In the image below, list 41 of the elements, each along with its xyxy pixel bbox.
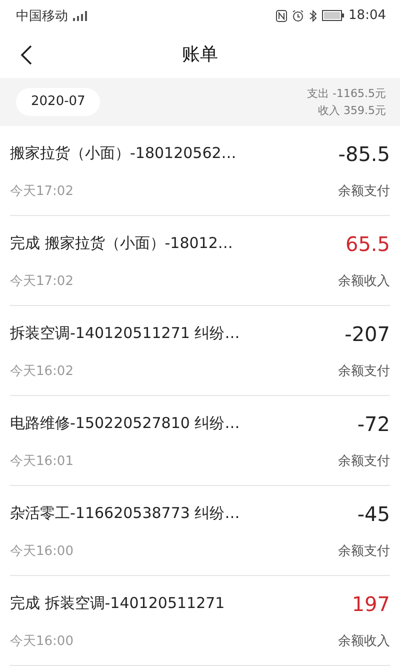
record-title: 杂活零工-116620538773 纠纷… bbox=[10, 504, 240, 523]
bill-record[interactable]: 搬家拉货（小面）-180120562… -85.5 今天17:02 余额支付 bbox=[10, 126, 390, 216]
bill-record[interactable]: 完成 搬家拉货（小面）-18012… 65.5 今天17:02 余额收入 bbox=[10, 216, 390, 306]
alarm-icon bbox=[292, 10, 304, 22]
signal-icon bbox=[73, 10, 89, 20]
bill-record[interactable]: 杂活零工-116620538773 纠纷… -45 今天16:00 余额支付 bbox=[10, 486, 390, 576]
bill-record[interactable]: 电路维修-150220527810 纠纷… -72 今天16:01 余额支付 bbox=[10, 396, 390, 486]
payment-method: 余额支付 bbox=[338, 182, 390, 200]
nfc-icon bbox=[276, 10, 287, 22]
battery-icon bbox=[322, 10, 344, 21]
record-time: 今天16:00 bbox=[10, 632, 74, 650]
bill-record[interactable]: 完成 拆装空调-140120511271 197 今天16:00 余额收入 bbox=[10, 576, 390, 666]
income-total: 收入 359.5元 bbox=[318, 102, 386, 118]
expense-total: 支出 -1165.5元 bbox=[307, 86, 386, 101]
record-amount: 65.5 bbox=[345, 232, 390, 256]
record-title: 拆装空调-140120511271 纠纷… bbox=[10, 324, 240, 343]
page-title: 账单 bbox=[182, 43, 218, 66]
bluetooth-icon bbox=[308, 10, 317, 22]
record-amount: -207 bbox=[344, 322, 390, 346]
record-title: 完成 拆装空调-140120511271 bbox=[10, 594, 225, 613]
bill-record[interactable]: 拆装空调-140120511271 纠纷… -207 今天16:02 余额支付 bbox=[10, 306, 390, 396]
month-selector[interactable]: 2020-07 bbox=[16, 88, 100, 116]
payment-method: 余额支付 bbox=[338, 362, 390, 380]
record-time: 今天16:01 bbox=[10, 452, 74, 470]
record-title: 电路维修-150220527810 纠纷… bbox=[10, 414, 240, 433]
record-time: 今天16:00 bbox=[10, 542, 74, 560]
record-time: 今天17:02 bbox=[10, 272, 74, 290]
record-title: 完成 搬家拉货（小面）-18012… bbox=[10, 234, 233, 253]
record-time: 今天17:02 bbox=[10, 182, 74, 200]
payment-method: 余额支付 bbox=[338, 542, 390, 560]
clock-time: 18:04 bbox=[348, 8, 386, 23]
payment-method: 余额支付 bbox=[338, 452, 390, 470]
record-amount: -85.5 bbox=[338, 142, 390, 166]
record-title: 搬家拉货（小面）-180120562… bbox=[10, 144, 236, 163]
carrier-name: 中国移动 bbox=[16, 8, 68, 24]
payment-method: 余额收入 bbox=[338, 632, 390, 650]
payment-method: 余额收入 bbox=[338, 272, 390, 290]
record-time: 今天16:02 bbox=[10, 362, 74, 380]
record-amount: 197 bbox=[352, 592, 390, 616]
record-amount: -45 bbox=[357, 502, 390, 526]
record-amount: -72 bbox=[357, 412, 390, 436]
